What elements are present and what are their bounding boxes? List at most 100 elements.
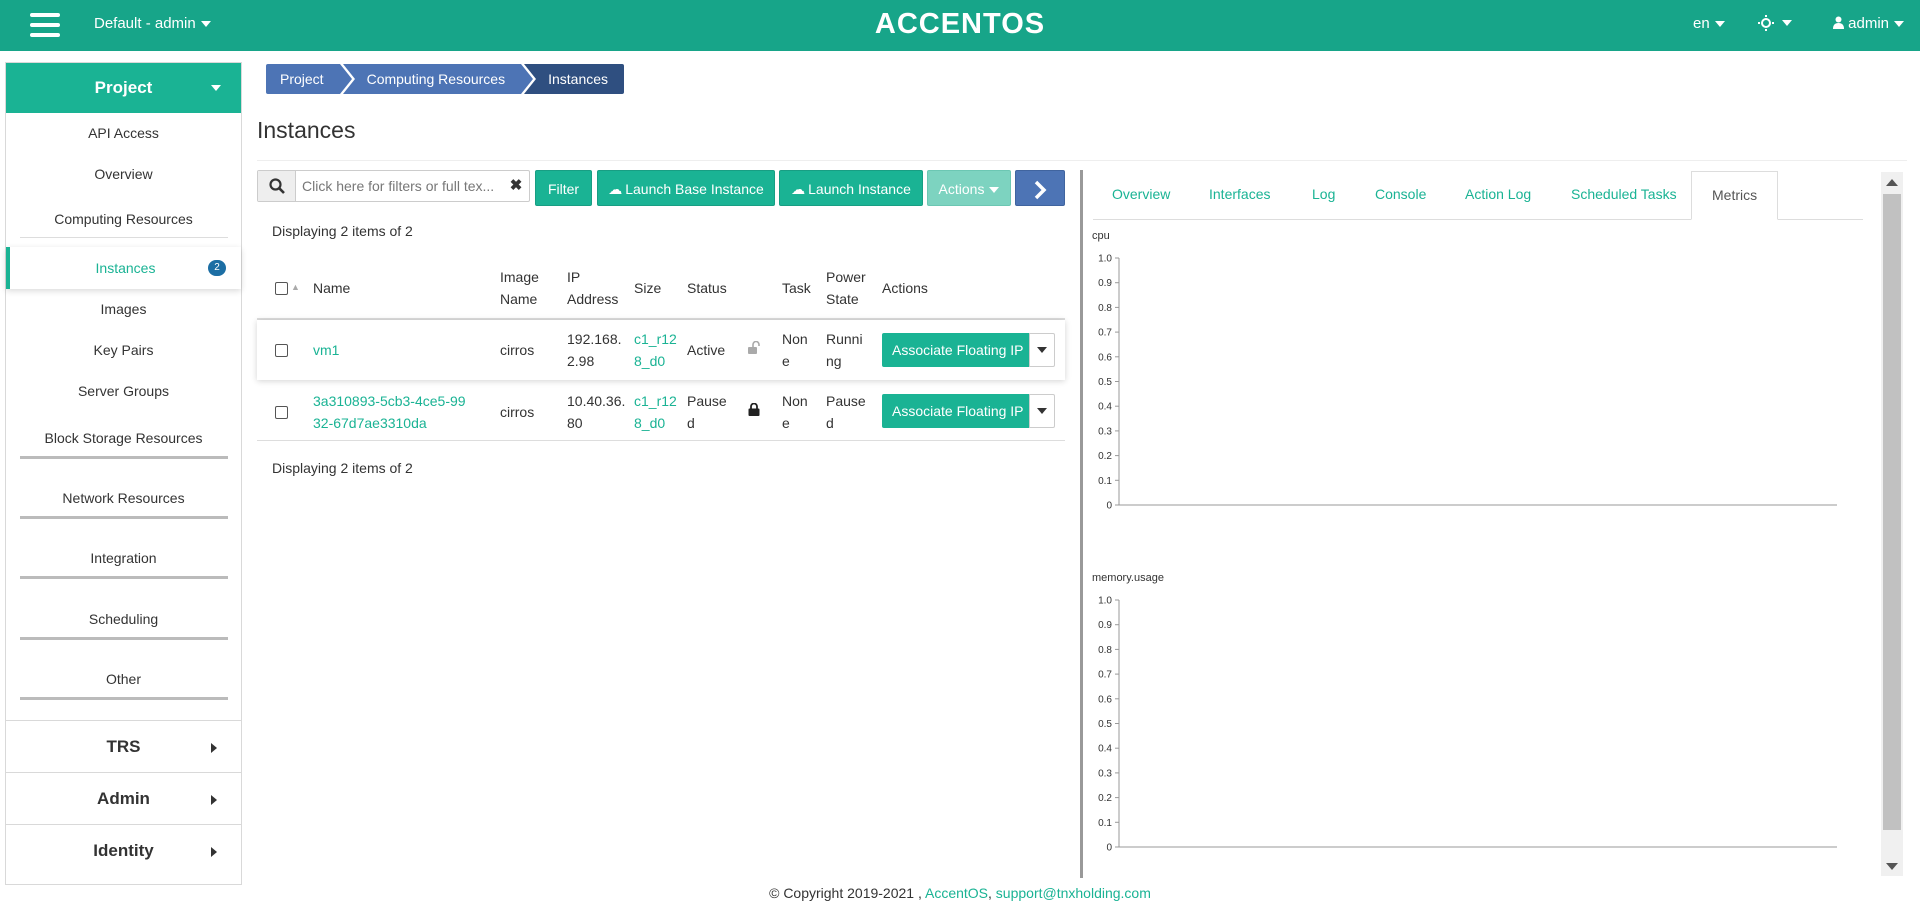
tab-console[interactable]: Console [1375, 186, 1426, 202]
row-checkbox[interactable] [275, 344, 288, 357]
col-header-power-state[interactable]: Power State [826, 266, 866, 310]
filter-button[interactable]: Filter [535, 170, 592, 206]
flavor-part: c1_r12 [634, 393, 677, 409]
power-state-text: Runni ng [826, 328, 863, 372]
task-part: Non [782, 331, 808, 347]
breadcrumb-computing-resources[interactable]: Computing Resources [342, 64, 533, 94]
scroll-down-icon[interactable] [1886, 863, 1898, 870]
lock-icon[interactable] [748, 403, 760, 416]
language-selector[interactable]: en [1693, 15, 1725, 32]
y-tick-label: 0 [1106, 501, 1112, 512]
col-header-task[interactable]: Task [782, 277, 811, 299]
ip-address: 10.40.36. 80 [567, 390, 625, 434]
col-header-label: Name [500, 291, 538, 307]
sidebar-group-computing[interactable]: Computing Resources [6, 195, 241, 247]
y-tick-label: 1.0 [1098, 254, 1112, 265]
support-email-link[interactable]: support@tnxholding.com [996, 885, 1151, 901]
detail-scrollbar[interactable] [1881, 172, 1903, 876]
sidebar-item-api-access[interactable]: API Access [6, 113, 241, 154]
sidebar-section-identity[interactable]: Identity [6, 824, 241, 876]
sidebar-group-network[interactable]: Network Resources [6, 472, 241, 532]
sidebar-group-block-storage[interactable]: Block Storage Resources [6, 412, 241, 472]
page-title: Instances [257, 117, 356, 143]
display-count-top: Displaying 2 items of 2 [272, 223, 413, 239]
language-label: en [1693, 15, 1710, 32]
launch-base-instance-button[interactable]: ☁ Launch Base Instance [597, 170, 775, 206]
cloud-upload-icon: ☁ [791, 181, 806, 197]
power-part: Pause [826, 393, 866, 409]
y-tick-label: 0.5 [1098, 719, 1112, 730]
search-button[interactable] [258, 171, 296, 201]
col-header-image-name[interactable]: Image Name [500, 266, 539, 310]
tab-log[interactable]: Log [1312, 186, 1335, 202]
breadcrumb-instances: Instances [524, 64, 625, 94]
chart-title-memory-usage: memory.usage [1092, 572, 1164, 584]
breadcrumb-project[interactable]: Project [266, 64, 352, 94]
col-header-ip-address[interactable]: IP Address [567, 266, 618, 310]
row-actions-dropdown[interactable] [1029, 394, 1055, 428]
status-part: Pause [687, 393, 727, 409]
flavor-link[interactable]: c1_r12 8_d0 [634, 328, 677, 372]
tab-action-log[interactable]: Action Log [1465, 186, 1531, 202]
project-selector[interactable]: Default - admin [94, 15, 211, 32]
chevron-right-icon [1034, 181, 1047, 200]
tab-scheduled-tasks[interactable]: Scheduled Tasks [1571, 186, 1677, 202]
row-actions-dropdown[interactable] [1029, 333, 1055, 367]
sidebar-item-server-groups[interactable]: Server Groups [6, 371, 241, 412]
chevron-down-icon [1894, 21, 1905, 28]
scrollbar-thumb[interactable] [1883, 194, 1901, 830]
divider [19, 576, 228, 579]
image-name: cirros [500, 342, 535, 358]
select-all-checkbox[interactable] [275, 282, 288, 295]
tab-interfaces[interactable]: Interfaces [1209, 186, 1270, 202]
sidebar-item-instances[interactable]: Instances 2 [6, 247, 241, 289]
associate-floating-ip-button[interactable]: Associate Floating IP [882, 394, 1034, 428]
unlock-icon[interactable] [747, 341, 761, 355]
sidebar-project-header[interactable]: Project [6, 63, 241, 113]
tab-metrics[interactable]: Metrics [1691, 171, 1779, 220]
col-header-size[interactable]: Size [634, 277, 661, 299]
y-tick-label: 0.1 [1098, 818, 1112, 829]
toggle-detail-panel-button[interactable] [1015, 170, 1065, 206]
sun-icon [1758, 15, 1774, 32]
col-header-status[interactable]: Status [687, 277, 727, 299]
sidebar-section-admin[interactable]: Admin [6, 772, 241, 824]
instance-name-link[interactable]: vm1 [313, 339, 339, 361]
sidebar-group-integration[interactable]: Integration [6, 532, 241, 593]
top-bar: Default - admin ACCENTOS en admin [0, 0, 1920, 51]
user-icon [1833, 16, 1844, 29]
row-checkbox[interactable] [275, 406, 288, 419]
flavor-part: 8_d0 [634, 415, 666, 431]
chevron-down-icon [1782, 20, 1792, 27]
sidebar-item-key-pairs[interactable]: Key Pairs [6, 330, 241, 371]
clear-icon[interactable]: ✖ [503, 171, 529, 201]
col-header-label: Image [500, 269, 539, 285]
scroll-up-icon[interactable] [1886, 179, 1898, 186]
menu-icon[interactable] [30, 13, 60, 37]
sidebar-group-other[interactable]: Other [6, 653, 241, 714]
power-part: ng [826, 353, 842, 369]
launch-instance-button[interactable]: ☁ Launch Instance [779, 170, 923, 206]
instance-name-link[interactable]: 3a310893-5cb3-4ce5-99 32-67d7ae3310da [313, 390, 466, 434]
search-input[interactable] [296, 171, 503, 201]
task-text: Non e [782, 390, 808, 434]
sort-asc-icon[interactable]: ▲ [291, 276, 300, 298]
sidebar-item-overview[interactable]: Overview [6, 154, 241, 195]
theme-selector[interactable] [1758, 14, 1792, 32]
button-label: Launch Instance [808, 181, 911, 197]
sidebar-section-trs[interactable]: TRS [6, 720, 241, 772]
flavor-part: c1_r12 [634, 331, 677, 347]
y-tick-label: 0.9 [1098, 620, 1112, 631]
brand-link[interactable]: AccentOS [925, 885, 988, 901]
actions-dropdown[interactable]: Actions [927, 170, 1011, 206]
associate-floating-ip-button[interactable]: Associate Floating IP [882, 333, 1034, 367]
sidebar-group-scheduling[interactable]: Scheduling [6, 593, 241, 653]
name-part: 3a310893-5cb3-4ce5-99 [313, 393, 466, 409]
sidebar-item-images[interactable]: Images [6, 289, 241, 330]
flavor-link[interactable]: c1_r12 8_d0 [634, 390, 677, 434]
sidebar: Project API Access Overview Computing Re… [5, 62, 242, 885]
user-label: admin [1848, 15, 1890, 32]
user-menu[interactable]: admin [1833, 15, 1905, 32]
tab-overview[interactable]: Overview [1112, 186, 1170, 202]
col-header-name[interactable]: Name [313, 277, 350, 299]
